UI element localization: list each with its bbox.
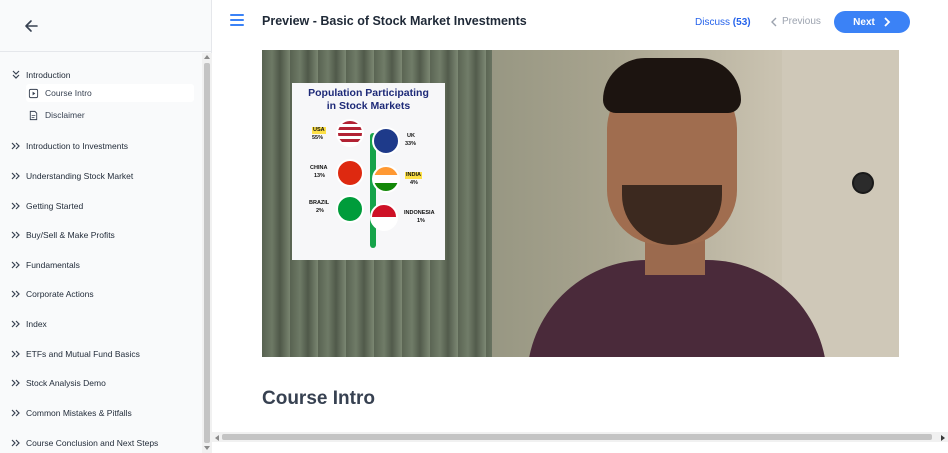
section-corporate-actions[interactable]: Corporate Actions xyxy=(10,284,94,304)
country-label: INDIA xyxy=(405,172,422,179)
section-label: Corporate Actions xyxy=(26,289,94,299)
horizontal-scrollbar[interactable] xyxy=(212,432,948,442)
sidebar-scrollbar[interactable] xyxy=(202,53,212,453)
discuss-link[interactable]: Discuss (53) xyxy=(695,17,751,28)
course-sidebar: Introduction Course Intro Disclaimer Int… xyxy=(0,0,212,453)
section-index[interactable]: Index xyxy=(10,314,47,334)
presenter xyxy=(527,50,827,357)
section-label: Introduction to Investments xyxy=(26,141,129,151)
curriculum-list: Introduction Course Intro Disclaimer Int… xyxy=(0,53,202,453)
section-course-conclusion[interactable]: Course Conclusion and Next Steps xyxy=(10,433,158,453)
chevron-double-right-icon xyxy=(11,439,20,447)
lesson-main: Preview - Basic of Stock Market Investme… xyxy=(212,0,948,453)
section-label: Understanding Stock Market xyxy=(26,171,134,181)
country-label: CHINA xyxy=(310,165,328,171)
chevron-double-right-icon xyxy=(11,261,20,269)
chevron-double-right-icon xyxy=(11,290,20,298)
section-label: Buy/Sell & Make Profits xyxy=(26,230,115,240)
section-label: Index xyxy=(26,319,47,329)
page-title: Preview - Basic of Stock Market Investme… xyxy=(262,14,527,28)
china-flag-icon xyxy=(336,159,364,187)
section-etfs-mutual-funds[interactable]: ETFs and Mutual Fund Basics xyxy=(10,344,140,364)
scroll-left-icon[interactable] xyxy=(215,435,219,441)
chevron-double-right-icon xyxy=(11,350,20,358)
lesson-title: Course Intro xyxy=(262,388,375,409)
menu-icon[interactable] xyxy=(230,14,244,26)
section-label: Course Conclusion and Next Steps xyxy=(26,438,159,448)
chevron-double-right-icon xyxy=(11,172,20,180)
section-introduction[interactable]: Introduction xyxy=(10,65,70,85)
chevron-double-right-icon xyxy=(11,202,20,210)
country-value: 55% xyxy=(312,135,324,141)
section-understanding-stock-market[interactable]: Understanding Stock Market xyxy=(10,166,133,186)
video-player[interactable]: Population Participating in Stock Market… xyxy=(262,50,899,357)
section-common-mistakes[interactable]: Common Mistakes & Pitfalls xyxy=(10,403,132,423)
next-button[interactable]: Next xyxy=(834,11,910,33)
discuss-label: Discuss xyxy=(695,17,731,28)
india-flag-icon xyxy=(372,165,400,193)
usa-flag-icon xyxy=(336,119,364,147)
section-buy-sell[interactable]: Buy/Sell & Make Profits xyxy=(10,225,115,245)
chevron-double-right-icon xyxy=(11,409,20,417)
country-label: INDONESIA xyxy=(404,210,435,216)
chevron-double-right-icon xyxy=(11,320,20,328)
infographic-title: Population Participating in Stock Market… xyxy=(308,87,429,112)
previous-button[interactable]: Previous xyxy=(770,16,821,27)
lesson-label: Disclaimer xyxy=(45,110,85,120)
chevron-double-right-icon xyxy=(11,379,20,387)
section-label: Introduction xyxy=(26,70,71,80)
scroll-up-icon[interactable] xyxy=(204,55,210,59)
section-stock-analysis-demo[interactable]: Stock Analysis Demo xyxy=(10,373,106,393)
chevron-double-down-icon xyxy=(12,70,20,79)
section-fundamentals[interactable]: Fundamentals xyxy=(10,255,80,275)
chevron-double-right-icon xyxy=(11,231,20,239)
uk-flag-icon xyxy=(372,127,400,155)
lesson-item-course-intro[interactable]: Course Intro xyxy=(26,84,194,102)
section-label: Getting Started xyxy=(26,201,84,211)
chevron-double-right-icon xyxy=(11,142,20,150)
country-label: USA xyxy=(312,127,326,134)
brazil-flag-icon xyxy=(336,195,364,223)
country-value: 13% xyxy=(314,173,326,179)
country-value: 4% xyxy=(410,180,418,186)
scrollbar-thumb[interactable] xyxy=(204,63,210,443)
discuss-count: (53) xyxy=(732,17,751,28)
lesson-item-disclaimer[interactable]: Disclaimer xyxy=(26,106,194,124)
infographic-overlay: Population Participating in Stock Market… xyxy=(292,83,445,260)
next-label: Next xyxy=(853,16,875,28)
section-getting-started[interactable]: Getting Started xyxy=(10,196,83,216)
arrow-left-icon[interactable] xyxy=(22,16,42,36)
scroll-down-icon[interactable] xyxy=(204,446,210,450)
country-value: 1% xyxy=(417,218,425,224)
wall-clock-icon xyxy=(852,172,874,194)
country-label: UK xyxy=(407,133,415,139)
document-icon xyxy=(29,110,38,120)
section-introduction-to-investments[interactable]: Introduction to Investments xyxy=(10,136,128,156)
chevron-right-icon xyxy=(884,17,891,27)
section-label: ETFs and Mutual Fund Basics xyxy=(26,349,140,359)
video-lesson-icon xyxy=(28,88,39,98)
section-label: Common Mistakes & Pitfalls xyxy=(26,408,132,418)
lesson-label: Course Intro xyxy=(45,88,92,98)
chevron-left-icon xyxy=(771,17,777,26)
scrollbar-thumb[interactable] xyxy=(222,434,932,440)
indonesia-flag-icon xyxy=(370,203,398,231)
section-label: Stock Analysis Demo xyxy=(26,378,106,388)
top-bar: Preview - Basic of Stock Market Investme… xyxy=(212,0,948,46)
scroll-right-icon[interactable] xyxy=(941,435,945,441)
previous-label: Previous xyxy=(782,16,821,27)
country-value: 2% xyxy=(316,208,324,214)
section-label: Fundamentals xyxy=(26,260,80,270)
country-label: BRAZIL xyxy=(309,200,330,206)
country-value: 33% xyxy=(405,141,417,147)
sidebar-header xyxy=(0,0,212,52)
